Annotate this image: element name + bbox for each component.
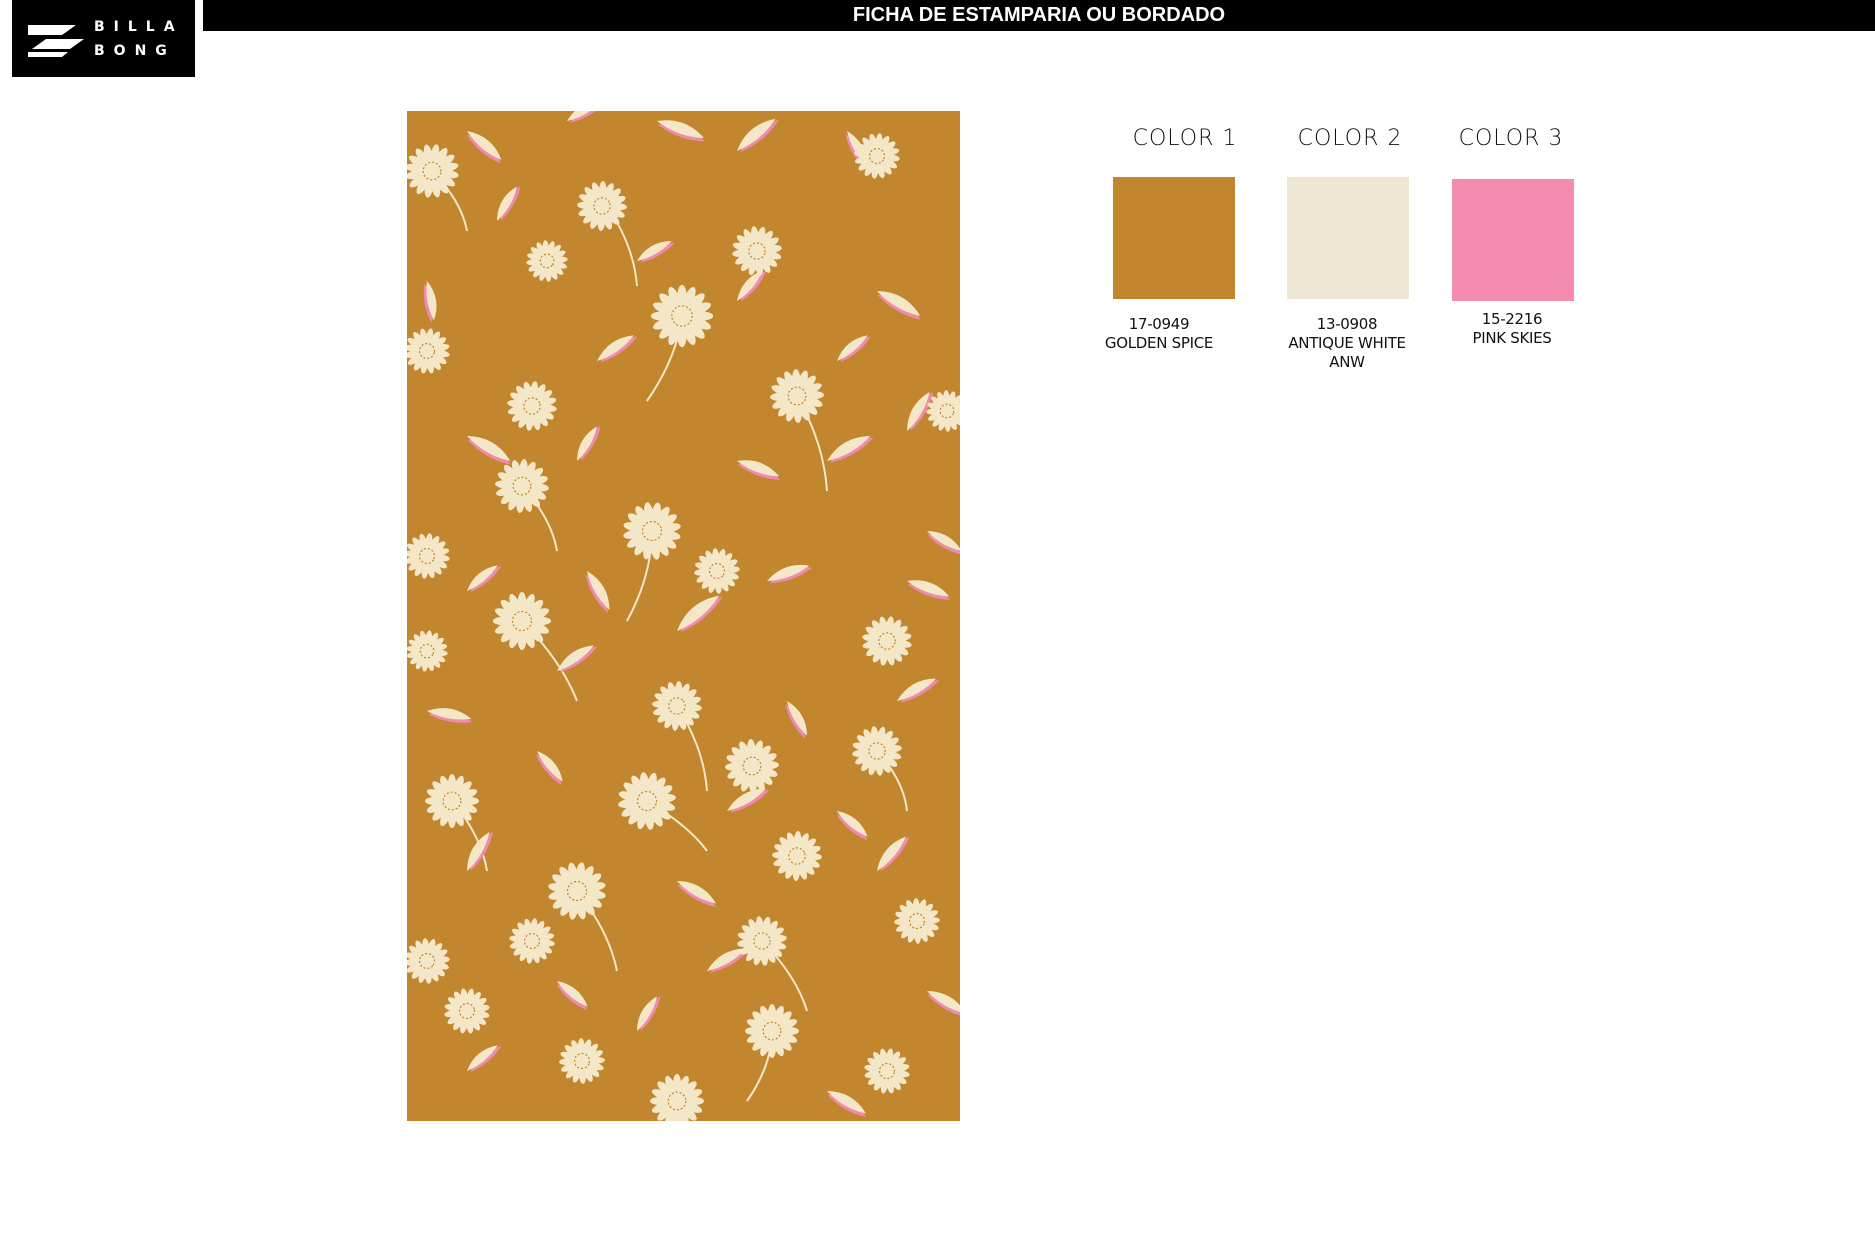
leaf-icon bbox=[467, 831, 494, 871]
daisy-flower-icon bbox=[769, 368, 825, 424]
logo-line-1: BILLA bbox=[94, 18, 184, 35]
leaf-icon bbox=[877, 836, 910, 872]
daisy-flower-icon bbox=[864, 1048, 910, 1094]
color-1-name: GOLDEN SPICE bbox=[1104, 334, 1214, 352]
logo-line-2: BONG bbox=[94, 42, 176, 59]
leaf-icon bbox=[827, 1091, 867, 1118]
color-2-swatch bbox=[1287, 177, 1409, 299]
leaf-icon bbox=[927, 531, 960, 555]
color-1-code: 17-0949 bbox=[1128, 315, 1190, 333]
leaf-icon bbox=[637, 241, 675, 263]
leaf-icon bbox=[427, 708, 473, 723]
leaf-icon bbox=[767, 564, 813, 584]
leaf-icon bbox=[467, 1045, 502, 1073]
color-3-code: 15-2216 bbox=[1481, 310, 1543, 328]
daisy-flower-icon bbox=[862, 616, 912, 666]
daisy-flower-icon bbox=[618, 772, 676, 830]
daisy-flower-icon bbox=[852, 726, 902, 776]
leaf-icon bbox=[497, 186, 521, 221]
color-1-swatch bbox=[1113, 177, 1235, 299]
daisy-flower-icon bbox=[650, 284, 714, 348]
daisy-flower-icon bbox=[407, 533, 450, 579]
daisy-flower-icon bbox=[694, 548, 740, 594]
wave-logo-icon bbox=[28, 24, 84, 57]
daisy-flower-icon bbox=[407, 144, 459, 198]
daisy-flower-icon bbox=[407, 630, 448, 672]
leaf-icon bbox=[827, 436, 874, 463]
daisy-flower-icon bbox=[732, 226, 782, 276]
leaf-icon bbox=[467, 565, 502, 593]
document-title: FICHA DE ESTAMPARIA OU BORDADO bbox=[203, 0, 1875, 31]
leaf-icon bbox=[785, 701, 807, 739]
leaf-icon bbox=[677, 595, 723, 633]
leaf-icon bbox=[556, 981, 588, 1011]
color-3-swatch bbox=[1452, 179, 1574, 301]
color-2-name: ANTIQUE WHITE bbox=[1288, 334, 1406, 352]
daisy-flower-icon bbox=[577, 181, 627, 231]
daisy-flower-icon bbox=[444, 988, 490, 1034]
daisy-flower-icon bbox=[623, 502, 681, 560]
print-artwork bbox=[407, 111, 960, 1121]
color-3-label: 15-2216 PINK SKIES bbox=[1422, 310, 1602, 348]
color-2-heading: COLOR 2 bbox=[1295, 126, 1405, 151]
color-1-heading: COLOR 1 bbox=[1130, 126, 1240, 151]
leaf-icon bbox=[567, 111, 605, 123]
daisy-flower-icon bbox=[894, 898, 940, 944]
billabong-logo: BILLA BONG bbox=[12, 0, 195, 77]
color-2-extra: ANW bbox=[1329, 353, 1365, 371]
color-3-heading: COLOR 3 bbox=[1456, 126, 1566, 151]
leaf-icon bbox=[907, 580, 951, 600]
leaf-icon bbox=[466, 131, 502, 164]
leaf-icon bbox=[707, 948, 750, 973]
leaf-icon bbox=[837, 335, 872, 363]
daisy-flower-icon bbox=[526, 240, 568, 282]
leaf-icon bbox=[577, 426, 601, 461]
daisy-flower-icon bbox=[495, 459, 549, 513]
leaf-icon bbox=[637, 996, 661, 1031]
color-3-name: PINK SKIES bbox=[1472, 329, 1552, 347]
color-1-heading-text: COLOR 1 bbox=[1132, 126, 1238, 151]
color-2-code: 13-0908 bbox=[1316, 315, 1378, 333]
leaf-icon bbox=[585, 571, 610, 614]
leaf-icon bbox=[897, 678, 940, 703]
floral-pattern bbox=[407, 111, 960, 1121]
logo-wordmark: BILLA BONG bbox=[94, 15, 184, 63]
leaf-icon bbox=[597, 335, 638, 363]
daisy-flower-icon bbox=[649, 1073, 705, 1121]
daisy-flower-icon bbox=[652, 681, 702, 731]
leaf-icon bbox=[737, 118, 779, 153]
daisy-flower-icon bbox=[407, 938, 450, 984]
leaf-icon bbox=[737, 460, 781, 480]
leaf-icon bbox=[677, 881, 717, 908]
daisy-flower-icon bbox=[548, 862, 606, 920]
leaf-icon bbox=[423, 281, 437, 323]
color-1-label: 17-0949 GOLDEN SPICE bbox=[1069, 315, 1249, 353]
leaf-icon bbox=[836, 811, 868, 841]
color-2-heading-text: COLOR 2 bbox=[1297, 126, 1403, 151]
leaf-icon bbox=[927, 991, 960, 1018]
daisy-flower-icon bbox=[407, 328, 450, 374]
leaf-icon bbox=[557, 645, 598, 673]
daisy-flower-icon bbox=[559, 1038, 605, 1084]
daisy-flower-icon bbox=[509, 918, 555, 964]
leaf-icon bbox=[877, 291, 921, 320]
daisy-flower-icon bbox=[507, 381, 557, 431]
color-3-heading-text: COLOR 3 bbox=[1458, 126, 1564, 151]
leaf-icon bbox=[467, 436, 511, 465]
leaf-icon bbox=[657, 120, 705, 142]
daisy-flower-icon bbox=[492, 591, 552, 651]
daisy-flower-icon bbox=[926, 390, 960, 432]
daisy-flower-icon bbox=[424, 773, 480, 829]
color-2-label: 13-0908 ANTIQUE WHITE ANW bbox=[1257, 315, 1437, 372]
daisy-flower-icon bbox=[737, 916, 787, 966]
leaf-icon bbox=[535, 751, 563, 786]
daisy-flower-icon bbox=[772, 831, 822, 881]
daisy-flower-icon bbox=[744, 1003, 800, 1059]
daisy-flower-icon bbox=[724, 738, 780, 794]
